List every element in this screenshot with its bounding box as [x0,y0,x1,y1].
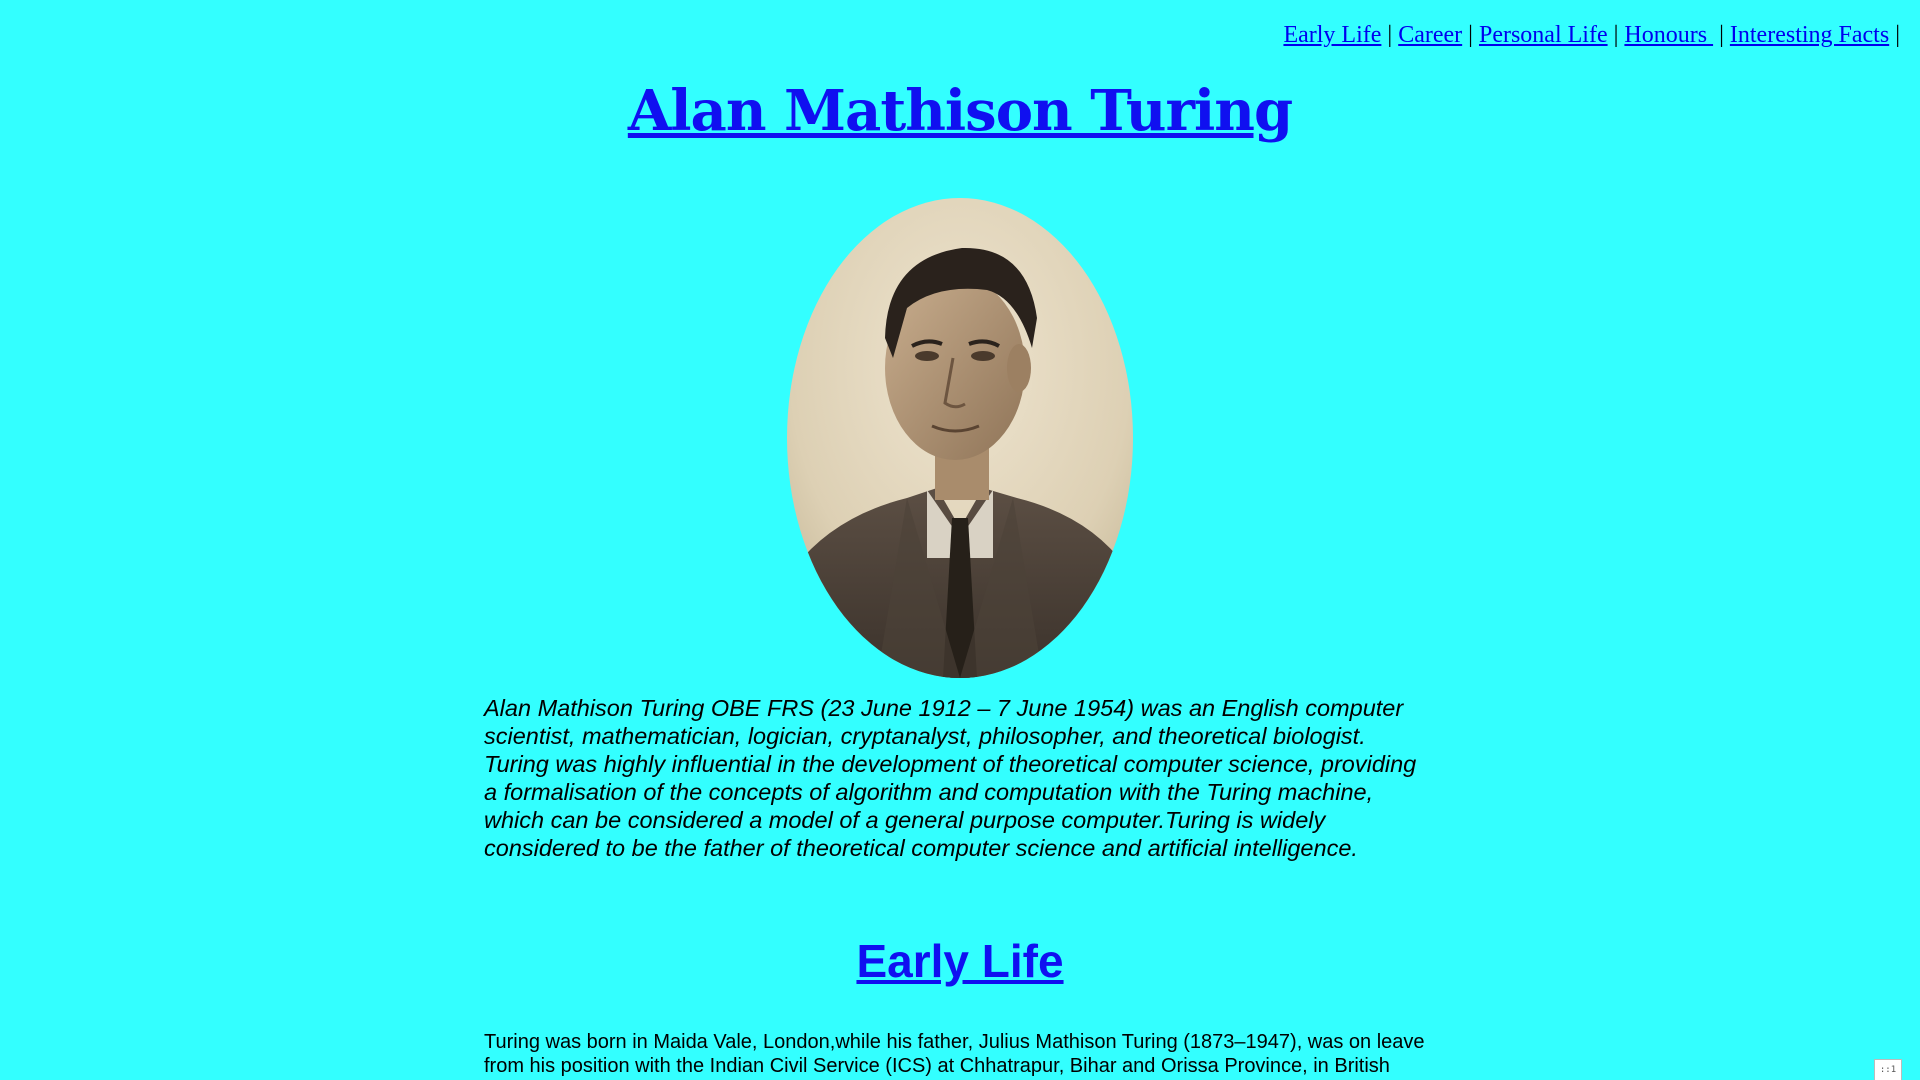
nav-separator: | [1468,22,1473,48]
page-title: Alan Mathison Turing [0,78,1920,144]
portrait-illustration [787,198,1133,678]
portrait-image [787,198,1133,678]
top-navigation: Early Life | Career | Personal Life | Honours … [1283,22,1906,49]
nav-separator: | [1895,22,1900,48]
early-life-paragraph: Turing was born in Maida Vale, London,wh… [484,1031,1425,1077]
nav-separator: | [1719,22,1724,48]
intro-paragraph: Alan Mathison Turing OBE FRS (23 June 19… [484,695,1417,861]
page: Early Life | Career | Personal Life | Honours … [0,0,1920,1080]
nav-link-career[interactable]: Career [1398,22,1462,48]
nav-link-honours[interactable]: Honours [1624,22,1713,48]
nav-separator: | [1613,22,1619,48]
nav-link-personal-life[interactable]: Personal Life [1479,22,1608,48]
nav-link-early-life[interactable]: Early Life [1283,22,1381,48]
section-heading-early-life: Early Life [0,934,1920,988]
nav-separator: | [1387,22,1393,48]
corner-badge: ::1 [1874,1059,1902,1080]
page-title-link[interactable]: Alan Mathison Turing [628,78,1293,144]
section-heading-link[interactable]: Early Life [856,935,1063,987]
nav-link-interesting-facts[interactable]: Interesting Facts [1730,22,1889,48]
